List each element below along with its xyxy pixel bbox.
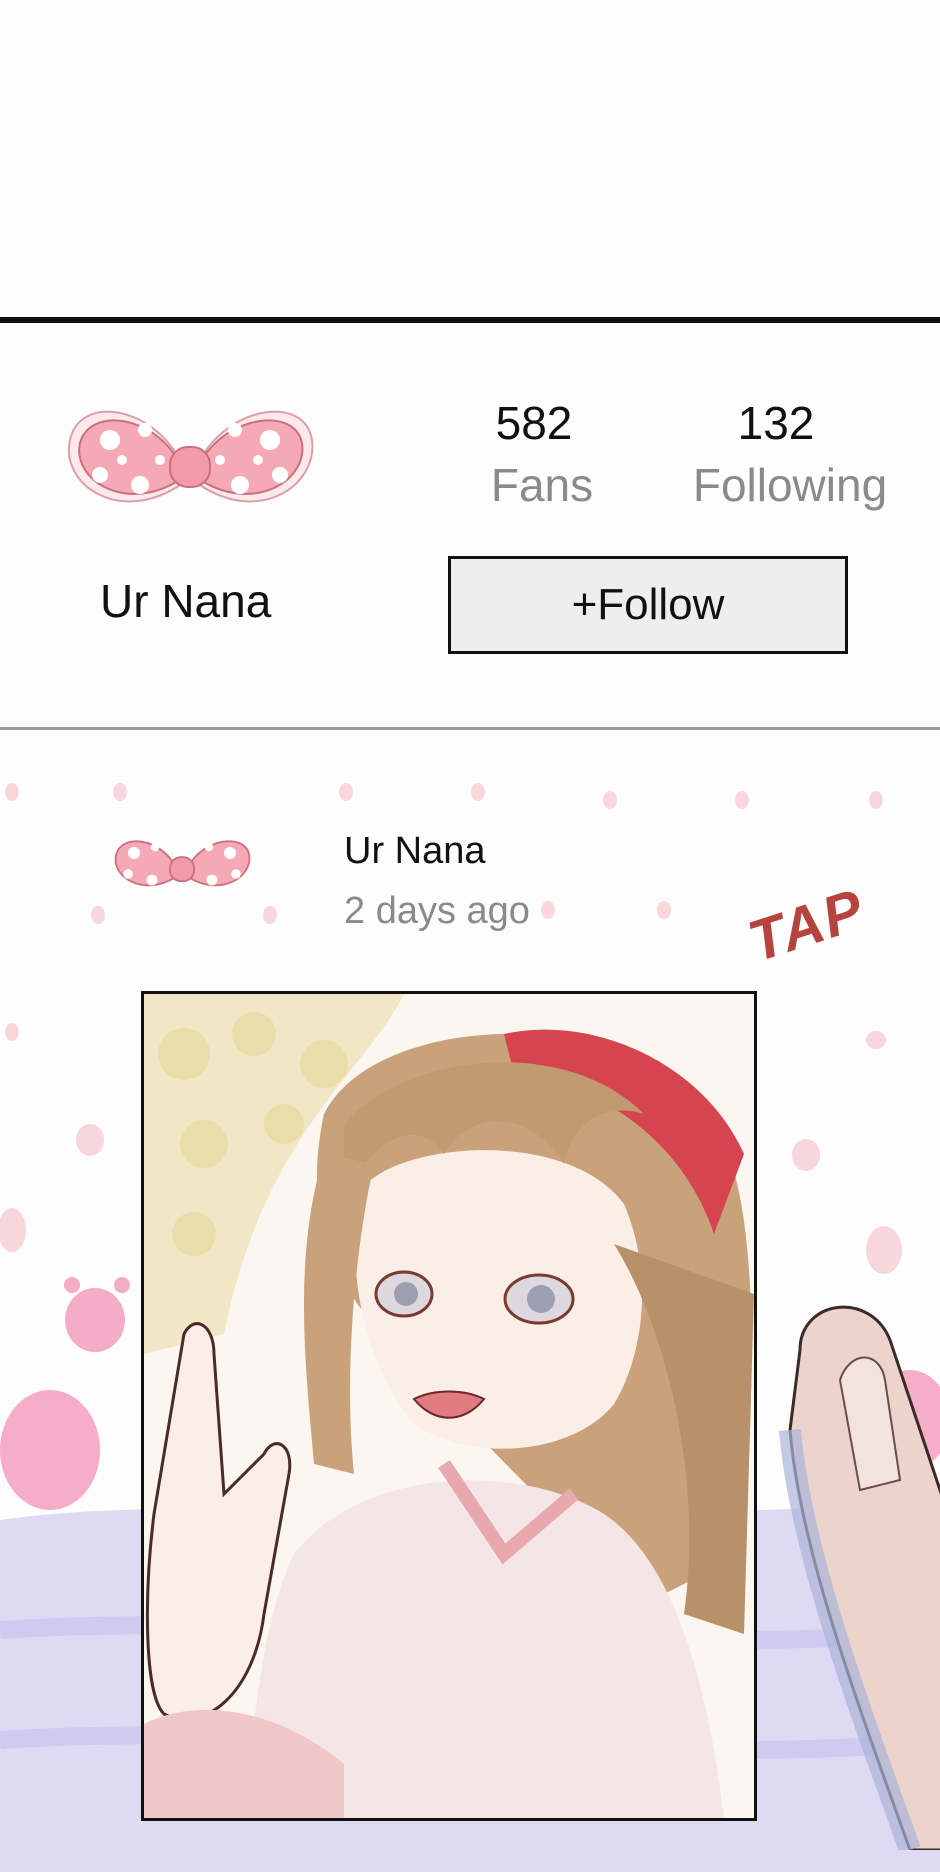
- top-blank-area: [0, 0, 940, 318]
- post-author[interactable]: Ur Nana: [344, 830, 486, 873]
- girl-portrait-illustration: [144, 994, 754, 1818]
- post-avatar[interactable]: [104, 820, 260, 910]
- bow-icon: [67, 410, 314, 503]
- post-photo[interactable]: [141, 991, 757, 1821]
- finger-illustration: [779, 1305, 940, 1850]
- post-timestamp: 2 days ago: [344, 890, 530, 932]
- profile-username: Ur Nana: [100, 575, 272, 627]
- following-count: 132: [737, 397, 815, 449]
- fans-count: 582: [495, 397, 573, 449]
- following-label: Following: [692, 459, 888, 511]
- fans-label: Fans: [490, 459, 594, 511]
- follow-button[interactable]: +Follow: [448, 556, 848, 654]
- profile-avatar[interactable]: [60, 385, 320, 535]
- bow-icon: [114, 840, 251, 887]
